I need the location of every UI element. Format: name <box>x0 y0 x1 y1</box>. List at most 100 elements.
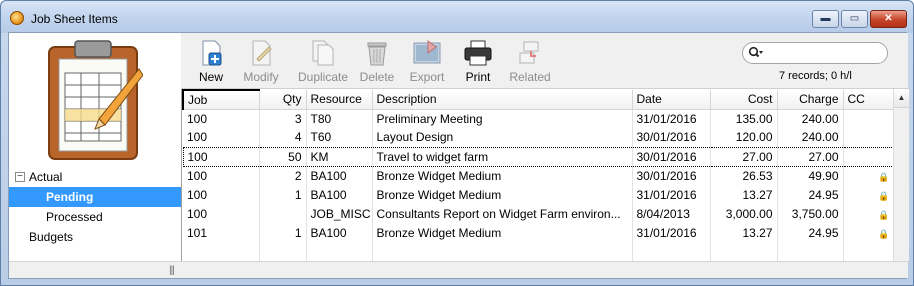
column-header-description[interactable]: Description <box>372 90 633 110</box>
tree-item-label: Budgets <box>29 230 74 244</box>
export-icon <box>413 40 441 64</box>
cell-resource: BA100 <box>306 223 373 242</box>
navigation-tree: − Actual Pending Processed Budgets <box>9 167 181 247</box>
splitter-grip-icon[interactable]: ||| <box>169 265 175 276</box>
column-header-date[interactable]: Date <box>632 90 711 110</box>
cell-qty: 2 <box>259 166 307 185</box>
cell-cost: 13.27 <box>710 185 778 204</box>
cell-date: 30/01/2016 <box>632 166 711 185</box>
cell-charge: 27.00 <box>777 146 844 167</box>
tree-item-pending[interactable]: Pending <box>9 187 181 207</box>
table-row[interactable]: 100 3 T80 Preliminary Meeting 31/01/2016 135.… <box>183 109 895 128</box>
cell-cost: 120.00 <box>710 128 778 147</box>
cell-qty: 1 <box>259 223 307 242</box>
cell-cc: 🔒 <box>843 204 895 223</box>
column-header-job[interactable]: Job <box>182 89 260 110</box>
table-row[interactable]: 100 50 KM Travel to widget farm 30/01/2016 27… <box>182 146 895 167</box>
cell-description: Preliminary Meeting <box>372 109 633 128</box>
close-button[interactable]: ✕ <box>870 10 907 28</box>
cell-job: 100 <box>183 128 260 147</box>
window-title: Job Sheet Items <box>31 12 118 26</box>
cell-date: 31/01/2016 <box>632 223 711 242</box>
new-label: New <box>198 70 223 84</box>
cell-cc: 🔒 <box>843 223 895 242</box>
column-header-cost[interactable]: Cost <box>710 90 778 110</box>
cell-charge: 24.95 <box>777 185 844 204</box>
cell-resource: T80 <box>306 109 373 128</box>
search-box[interactable] <box>742 42 888 64</box>
cell-charge: 240.00 <box>777 109 844 128</box>
cell-job: 100 <box>183 185 260 204</box>
cell-date: 31/01/2016 <box>632 185 711 204</box>
table-row[interactable]: 100 1 BA100 Bronze Widget Medium 31/01/2016 1… <box>183 185 895 204</box>
column-chooser-icon[interactable]: ▲ <box>894 89 909 108</box>
cell-date: 31/01/2016 <box>632 109 711 128</box>
cell-qty: 1 <box>259 185 307 204</box>
cell-cc <box>843 146 895 167</box>
duplicate-icon <box>312 40 334 66</box>
minimize-button[interactable]: ▬ <box>812 10 839 28</box>
cell-qty: 50 <box>259 146 307 167</box>
title-bar[interactable]: Job Sheet Items ▬ ▭ ✕ <box>1 1 913 33</box>
cell-date: 30/01/2016 <box>632 128 711 147</box>
clipboard-icon <box>48 40 143 160</box>
related-label: Related <box>509 70 551 84</box>
tree-item-actual[interactable]: − Actual <box>9 167 181 187</box>
toolbar: New Modify Duplicate Delete Export Print… <box>181 33 908 89</box>
duplicate-button[interactable]: Duplicate <box>295 39 351 87</box>
print-button[interactable]: Print <box>450 39 506 87</box>
column-header-resource[interactable]: Resource <box>306 90 373 110</box>
items-grid: Job Qty Resource Description Date Cost C… <box>181 89 909 261</box>
cell-charge: 240.00 <box>777 128 844 147</box>
cell-resource: T60 <box>306 128 373 147</box>
cell-charge: 49.90 <box>777 166 844 185</box>
cell-resource: BA100 <box>306 185 373 204</box>
empty-cell <box>183 242 260 261</box>
delete-button[interactable]: Delete <box>349 39 405 87</box>
tree-item-label: Pending <box>46 190 94 204</box>
empty-cell <box>843 242 895 261</box>
tree-item-label: Actual <box>29 170 63 184</box>
column-header-charge[interactable]: Charge <box>777 90 844 110</box>
modify-button[interactable]: Modify <box>233 39 289 87</box>
new-button[interactable]: New <box>183 39 239 87</box>
export-button[interactable]: Export <box>399 39 455 87</box>
search-input[interactable] <box>767 45 881 61</box>
cell-cost: 26.53 <box>710 166 778 185</box>
vertical-scrollbar[interactable]: ▲ <box>893 89 909 261</box>
tree-item-processed[interactable]: Processed <box>9 207 181 227</box>
table-row[interactable]: 101 1 BA100 Bronze Widget Medium 31/01/2016 1… <box>183 223 895 242</box>
empty-cell <box>777 242 844 261</box>
window: Job Sheet Items ▬ ▭ ✕ − Actual Pending P… <box>0 0 914 286</box>
delete-label: Delete <box>359 70 395 84</box>
app-icon <box>10 11 24 25</box>
column-header-cc[interactable]: CC <box>843 90 895 110</box>
cell-cc: 🔒 <box>843 166 895 185</box>
table-row[interactable]: 100 JOB_MISC Consultants Report on Widget … <box>183 204 895 223</box>
cell-resource: BA100 <box>306 166 373 185</box>
new-document-icon <box>202 40 222 66</box>
cell-description: Consultants Report on Widget Farm enviro… <box>372 204 633 223</box>
export-label: Export <box>409 70 445 84</box>
cell-cost: 13.27 <box>710 223 778 242</box>
cell-resource: KM <box>306 146 373 167</box>
collapse-icon[interactable]: − <box>15 172 25 182</box>
maximize-button[interactable]: ▭ <box>841 10 868 28</box>
cell-qty: 3 <box>259 109 307 128</box>
table-row[interactable]: 100 4 T60 Layout Design 30/01/2016 120.00 240.… <box>183 128 895 147</box>
table-row[interactable]: 100 2 BA100 Bronze Widget Medium 30/01/2016 2… <box>183 166 895 185</box>
lock-icon: 🔒 <box>878 228 890 239</box>
cell-job: 100 <box>182 146 260 167</box>
cell-cc <box>843 109 895 128</box>
column-header-qty[interactable]: Qty <box>259 90 307 110</box>
related-button[interactable]: Related <box>502 39 558 87</box>
search-icon[interactable] <box>748 46 764 60</box>
tree-item-budgets[interactable]: Budgets <box>9 227 181 247</box>
cell-qty <box>259 204 307 223</box>
empty-cell <box>710 242 778 261</box>
cell-charge: 24.95 <box>777 223 844 242</box>
cell-cc <box>843 128 895 147</box>
tree-item-label: Processed <box>46 210 103 224</box>
cell-date: 8/04/2013 <box>632 204 711 223</box>
cell-description: Layout Design <box>372 128 633 147</box>
